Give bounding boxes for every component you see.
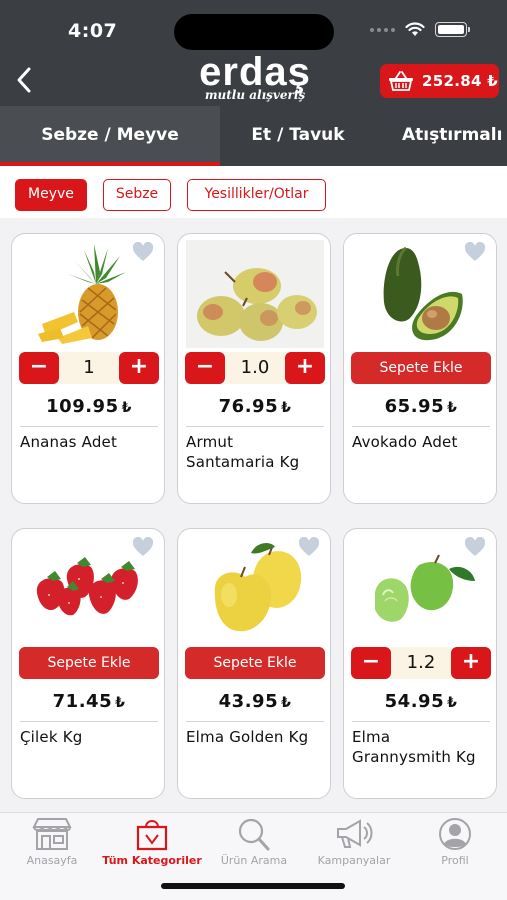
increase-button[interactable]: +	[119, 352, 159, 384]
price-value: 109.95	[46, 396, 119, 417]
product-name: Çilek Kg	[20, 728, 83, 746]
tab-et-tavuk[interactable]: Et / Tavuk	[220, 106, 376, 166]
product-image-pineapple	[20, 240, 158, 348]
product-price: 109.95 ₺	[12, 396, 164, 417]
back-button[interactable]	[8, 62, 40, 98]
product-card[interactable]: Sepete Ekle 65.95 ₺ Avokado Adet	[343, 233, 497, 504]
search-icon	[238, 818, 270, 851]
profile-icon	[439, 818, 471, 850]
nav-label: Ürün Arama	[220, 854, 288, 867]
add-to-cart-button[interactable]: Sepete Ekle	[19, 647, 159, 679]
store-icon	[32, 818, 72, 850]
product-image-pears	[186, 240, 324, 348]
status-time: 4:07	[68, 20, 118, 42]
nav-anasayfa[interactable]: Anasayfa	[2, 817, 102, 867]
divider	[186, 426, 324, 427]
product-image-avocado	[352, 240, 490, 348]
decrease-button[interactable]: −	[19, 352, 59, 384]
cart-button[interactable]: 252.84 ₺	[380, 64, 499, 98]
add-to-cart-button[interactable]: Sepete Ekle	[185, 647, 325, 679]
wifi-icon	[405, 22, 425, 36]
decrease-button[interactable]: −	[351, 647, 391, 679]
quantity-stepper: − 1.2 +	[351, 647, 491, 679]
product-card[interactable]: Sepete Ekle 71.45 ₺ Çilek Kg	[11, 528, 165, 799]
divider	[186, 721, 324, 722]
battery-icon	[435, 22, 470, 37]
currency-symbol: ₺	[447, 695, 458, 711]
product-price: 76.95 ₺	[178, 396, 330, 417]
currency-symbol: ₺	[115, 695, 126, 711]
quantity-value: 1	[59, 352, 119, 384]
nav-profil[interactable]: Profil	[405, 817, 505, 867]
product-card[interactable]: − 1.2 + 54.95 ₺ Elma Grannysmith Kg	[343, 528, 497, 799]
quantity-stepper: − 1.0 +	[185, 352, 325, 384]
nav-label: Tüm Kategoriler	[102, 854, 202, 867]
status-icons	[370, 22, 470, 37]
chip-meyve[interactable]: Meyve	[15, 179, 87, 211]
product-image-golden-apples	[186, 535, 324, 643]
shopping-bag-icon	[136, 820, 168, 851]
nav-urun-arama[interactable]: Ürün Arama	[204, 817, 304, 867]
divider	[20, 426, 158, 427]
quantity-value: 1.2	[391, 647, 451, 679]
quantity-value: 1.0	[225, 352, 285, 384]
add-to-cart-button[interactable]: Sepete Ekle	[351, 352, 491, 384]
divider	[20, 721, 158, 722]
product-name: Ananas Adet	[20, 433, 118, 451]
product-card[interactable]: − 1.0 + 76.95 ₺ Armut Santamaria Kg	[177, 233, 331, 504]
product-card[interactable]: Sepete Ekle 43.95 ₺ Elma Golden Kg	[177, 528, 331, 799]
price-value: 65.95	[384, 396, 445, 417]
app-header: 4:07 erdaş mutlu alışveriş 252.84 ₺	[0, 0, 507, 106]
product-price: 43.95 ₺	[178, 691, 330, 712]
megaphone-icon	[337, 819, 373, 848]
quantity-stepper: − 1 +	[19, 352, 159, 384]
price-value: 54.95	[384, 691, 445, 712]
product-price: 54.95 ₺	[344, 691, 496, 712]
currency-symbol: ₺	[121, 400, 132, 416]
tab-sebze-meyve[interactable]: Sebze / Meyve	[0, 106, 220, 166]
currency-symbol: ₺	[281, 695, 292, 711]
tab-atistirmalik[interactable]: Atıştırmalı	[384, 106, 507, 166]
product-price: 65.95 ₺	[344, 396, 496, 417]
product-image-strawberries	[20, 535, 158, 643]
product-name: Avokado Adet	[352, 433, 458, 451]
product-name: Elma Golden Kg	[186, 728, 309, 746]
decrease-button[interactable]: −	[185, 352, 225, 384]
chip-yesillikler-otlar[interactable]: Yesillikler/Otlar	[187, 179, 326, 211]
product-name: Elma Grannysmith Kg	[352, 728, 476, 766]
product-name: Armut Santamaria Kg	[186, 433, 300, 471]
currency-symbol: ₺	[447, 400, 458, 416]
nav-kampanyalar[interactable]: Kampanyalar	[304, 817, 404, 867]
product-price: 71.45 ₺	[12, 691, 164, 712]
product-card[interactable]: − 1 + 109.95 ₺ Ananas Adet	[11, 233, 165, 504]
nav-label: Profil	[441, 854, 469, 867]
divider	[352, 426, 490, 427]
increase-button[interactable]: +	[285, 352, 325, 384]
price-value: 71.45	[52, 691, 113, 712]
subcategory-bar: Meyve Sebze Yesillikler/Otlar	[0, 166, 507, 218]
signal-icon	[370, 27, 395, 32]
basket-icon	[389, 71, 413, 91]
home-indicator	[161, 883, 345, 889]
currency-symbol: ₺	[281, 400, 292, 416]
nav-tum-kategoriler[interactable]: Tüm Kategoriler	[102, 817, 202, 867]
brand-logo: erdaş mutlu alışveriş	[180, 50, 330, 102]
chip-sebze[interactable]: Sebze	[103, 179, 171, 211]
product-image-green-apples	[352, 535, 490, 643]
increase-button[interactable]: +	[451, 647, 491, 679]
cart-total: 252.84 ₺	[422, 72, 498, 90]
category-tabs: Sebze / Meyve Et / Tavuk Atıştırmalı	[0, 106, 507, 166]
price-value: 76.95	[218, 396, 279, 417]
price-value: 43.95	[218, 691, 279, 712]
chevron-left-icon	[17, 67, 31, 93]
nav-label: Anasayfa	[26, 854, 78, 867]
dynamic-island	[174, 14, 334, 50]
divider	[352, 721, 490, 722]
nav-label: Kampanyalar	[317, 854, 391, 867]
logo-brand: erdaş	[199, 50, 311, 94]
